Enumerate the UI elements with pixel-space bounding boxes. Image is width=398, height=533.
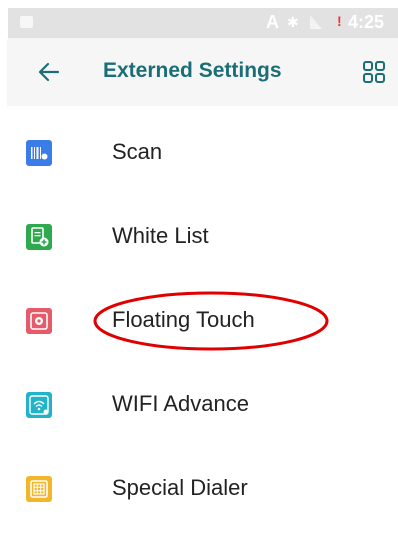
notification-icon <box>20 16 33 28</box>
signal-icon <box>310 15 322 29</box>
list-item-label: WIFI Advance <box>112 391 249 416</box>
white-list-icon <box>26 224 52 250</box>
keyboard-icon: A <box>266 12 279 32</box>
alert-icon: ! <box>337 13 342 29</box>
toolbar: Externed Settings <box>8 38 398 106</box>
status-bar: A ✱ ! 4:25 <box>8 8 398 38</box>
page-title: Externed Settings <box>103 59 282 82</box>
status-time: 4:25 <box>348 12 385 32</box>
special-dialer-icon <box>26 476 52 502</box>
highlight-ellipse <box>93 291 329 351</box>
scan-icon <box>26 140 52 166</box>
bluetooth-icon: ✱ <box>287 14 299 30</box>
list-item-scan[interactable]: Scan <box>8 110 398 194</box>
list-item-special-dialer[interactable]: Special Dialer <box>8 446 398 530</box>
arrow-back-icon[interactable] <box>38 58 60 86</box>
floating-touch-icon <box>26 308 52 334</box>
grid-view-icon[interactable] <box>362 60 386 84</box>
list-item-label: Scan <box>112 139 163 164</box>
wifi-advance-icon <box>26 392 52 418</box>
list-item-label: White List <box>112 223 209 248</box>
list-item-white-list[interactable]: White List <box>8 194 398 278</box>
list-item-label: Special Dialer <box>112 475 248 500</box>
list-item-wifi-advance[interactable]: WIFI Advance <box>8 362 398 446</box>
